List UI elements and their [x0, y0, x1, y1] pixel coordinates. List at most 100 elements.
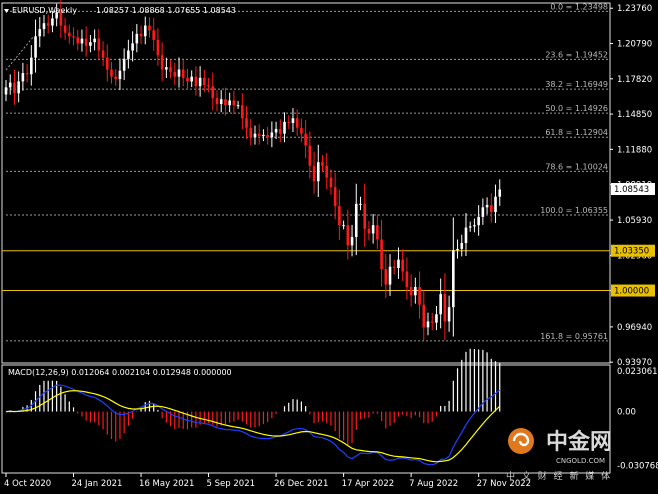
fib-level-label: 0.0 = 1.23498	[550, 2, 608, 11]
candle-body	[443, 294, 447, 322]
macd-tick-label: -0.030768	[617, 461, 658, 471]
candle-body	[321, 162, 324, 166]
candle-body	[51, 18, 54, 26]
candle-body	[430, 321, 434, 323]
fib-level-label: 78.6 = 1.10024	[545, 162, 608, 171]
candle-body	[236, 105, 240, 107]
candle-body	[359, 203, 362, 205]
candle-body	[93, 38, 96, 43]
candle-body	[460, 243, 464, 249]
candle-body	[42, 23, 46, 30]
candle-body	[253, 133, 257, 138]
candle-body	[422, 304, 426, 328]
candle-body	[363, 203, 366, 229]
price-tick-label: 1.23760	[617, 4, 652, 14]
fib-level-label: 61.8 = 1.12904	[545, 128, 608, 137]
candle-body	[380, 239, 383, 270]
candle-body	[287, 121, 291, 123]
candle-body	[232, 100, 236, 106]
candle-body	[316, 162, 320, 182]
price-tick-label: 1.17820	[617, 75, 652, 85]
candle-body	[241, 105, 244, 119]
trading-chart[interactable]: 0.0 = 1.23498 23.6 = 1.19452 38.2 = 1.1694…	[0, 0, 658, 494]
candle-body	[468, 226, 472, 228]
candle-body	[219, 99, 223, 104]
candle-body	[367, 228, 371, 234]
macd-tick-label: 0.00	[617, 408, 636, 418]
candle-body	[346, 225, 350, 246]
candle-body	[13, 82, 16, 94]
candle-body	[186, 77, 189, 82]
candle-body	[414, 286, 417, 296]
candle-body	[38, 29, 42, 37]
candle-body	[473, 225, 476, 227]
candle-body	[46, 23, 50, 26]
price-tick-label: 1.05930	[617, 216, 652, 226]
candle-body	[498, 189, 502, 197]
candle-body	[25, 73, 29, 75]
time-tick-label: 17 Apr 2022	[342, 479, 395, 489]
macd-parameters-label: MACD(12,26,9) 0.012064 0.002104 0.012948…	[8, 368, 232, 377]
candle-body	[384, 269, 388, 285]
candle-body	[194, 76, 198, 87]
candle-body	[308, 145, 312, 166]
time-tick-label: 16 May 2021	[139, 479, 194, 489]
horizontal-levels[interactable]	[2, 250, 610, 292]
candle-body	[8, 82, 12, 88]
time-tick-label: 4 Oct 2020	[4, 479, 51, 489]
candle-body	[342, 225, 345, 227]
fib-level-label: 23.6 = 1.19452	[545, 50, 608, 59]
fib-level-label: 100.0 = 1.06355	[540, 206, 608, 215]
candle-body	[304, 133, 307, 146]
candle-body	[291, 118, 295, 123]
candle-body	[325, 165, 329, 178]
candle-body	[350, 237, 354, 246]
candle-body	[118, 70, 122, 80]
candle-body	[481, 207, 485, 217]
candle-body	[312, 165, 316, 182]
watermark: 中金网 CNGOLD.COM 中 文 财 经 新 媒 体	[506, 428, 612, 482]
candle-body	[211, 86, 215, 99]
candle-body	[274, 128, 278, 133]
candle-body	[262, 134, 265, 137]
candle-body	[203, 77, 206, 85]
price-axis: 1.237601.207901.178201.148501.118801.089…	[610, 4, 655, 368]
candle-body	[122, 58, 126, 71]
price-tick-label: 1.20790	[617, 40, 652, 50]
candle-body	[105, 57, 109, 70]
candle-body	[405, 271, 409, 287]
candlesticks	[4, 0, 502, 341]
fib-level-label: 38.2 = 1.16949	[545, 80, 608, 89]
candle-body	[135, 33, 139, 44]
macd-signal-line	[5, 390, 501, 463]
candle-body	[376, 225, 379, 240]
candle-body	[279, 128, 282, 134]
candle-body	[190, 76, 193, 82]
candle-body	[127, 50, 130, 59]
candle-body	[4, 87, 8, 95]
candle-body	[181, 69, 185, 78]
candle-body	[198, 77, 202, 87]
candle-body	[177, 69, 181, 77]
symbol-timeframe-label: EURUSD,Weekly	[12, 6, 77, 15]
candle-body	[139, 33, 143, 37]
candle-body	[329, 177, 333, 188]
macd-pane-frame	[1, 364, 611, 474]
fib-level-label: 161.8 = 0.95761	[540, 332, 608, 341]
candle-body	[224, 99, 227, 106]
candle-body	[464, 227, 468, 243]
time-tick-label: 26 Dec 2021	[274, 479, 328, 489]
dropdown-triangle-icon[interactable]	[4, 9, 9, 13]
candle-body	[338, 206, 341, 226]
candle-body	[148, 25, 151, 31]
candle-body	[354, 203, 358, 238]
candle-body	[114, 76, 118, 80]
fib-trend-line[interactable]	[5, 35, 35, 71]
price-tag-label: 1.08543	[614, 185, 649, 195]
candle-body	[63, 25, 67, 33]
fib-level-label: 50.0 = 1.14926	[545, 104, 608, 113]
candle-body	[228, 100, 231, 106]
price-tick-label: 0.93970	[617, 358, 652, 368]
candle-body	[143, 25, 147, 37]
candle-body	[295, 118, 299, 128]
